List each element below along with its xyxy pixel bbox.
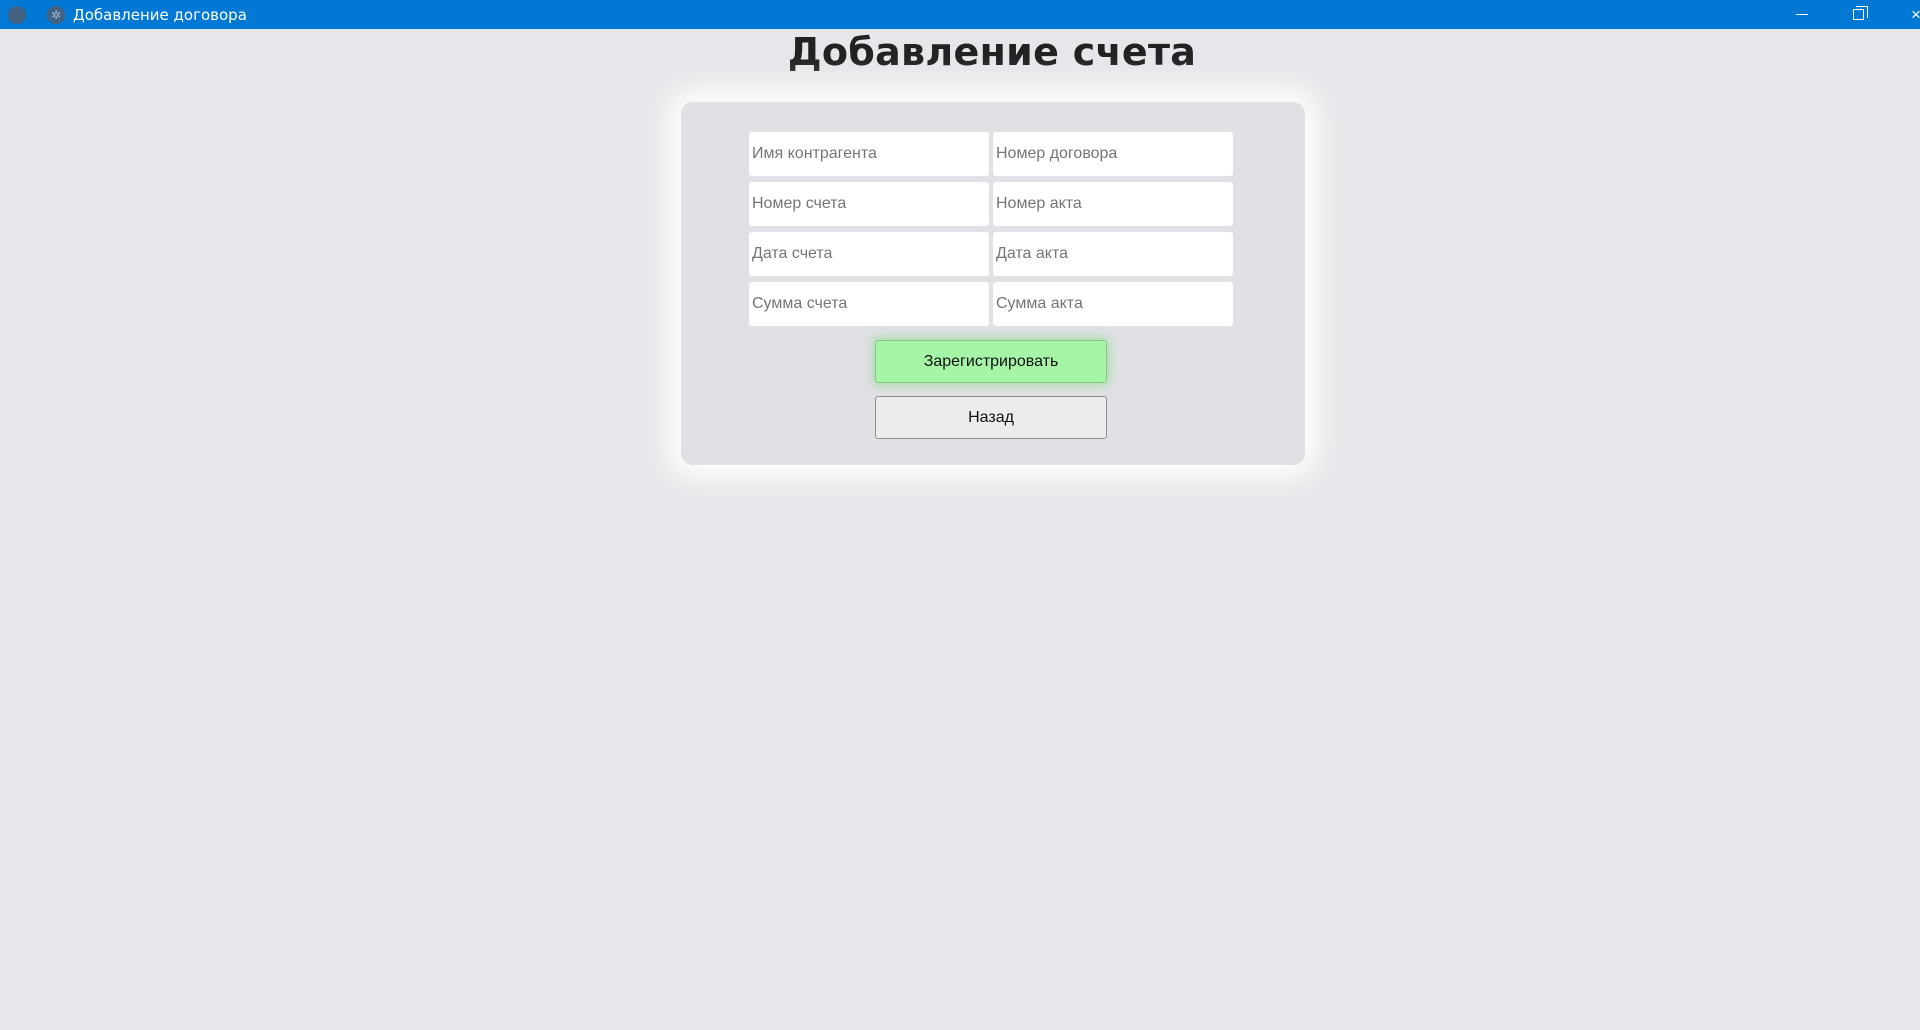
back-button[interactable]: Назад [875, 396, 1107, 439]
act-amount-field[interactable] [993, 282, 1233, 326]
window-titlebar: ✲ Добавление договора × [0, 0, 1920, 29]
minimize-button[interactable] [1774, 0, 1830, 29]
contract-number-field[interactable] [993, 132, 1233, 176]
page-title: Добавление счета [787, 30, 1197, 74]
form-fields-grid [749, 132, 1233, 326]
close-button[interactable]: × [1906, 0, 1920, 29]
window-title: Добавление договора [73, 5, 247, 24]
act-date-field[interactable] [993, 232, 1233, 276]
close-icon: × [1911, 4, 1920, 24]
app-icon [8, 5, 26, 24]
invoice-number-field[interactable] [749, 182, 989, 226]
act-number-field[interactable] [993, 182, 1233, 226]
register-button[interactable]: Зарегистрировать [875, 340, 1107, 383]
form-card: Зарегистрировать Назад [681, 102, 1305, 465]
minimize-icon [1796, 14, 1808, 15]
contractor-name-field[interactable] [749, 132, 989, 176]
restore-icon [1852, 6, 1868, 20]
invoice-date-field[interactable] [749, 232, 989, 276]
restore-button[interactable] [1830, 0, 1886, 29]
invoice-amount-field[interactable] [749, 282, 989, 326]
gear-icon: ✲ [47, 5, 65, 24]
